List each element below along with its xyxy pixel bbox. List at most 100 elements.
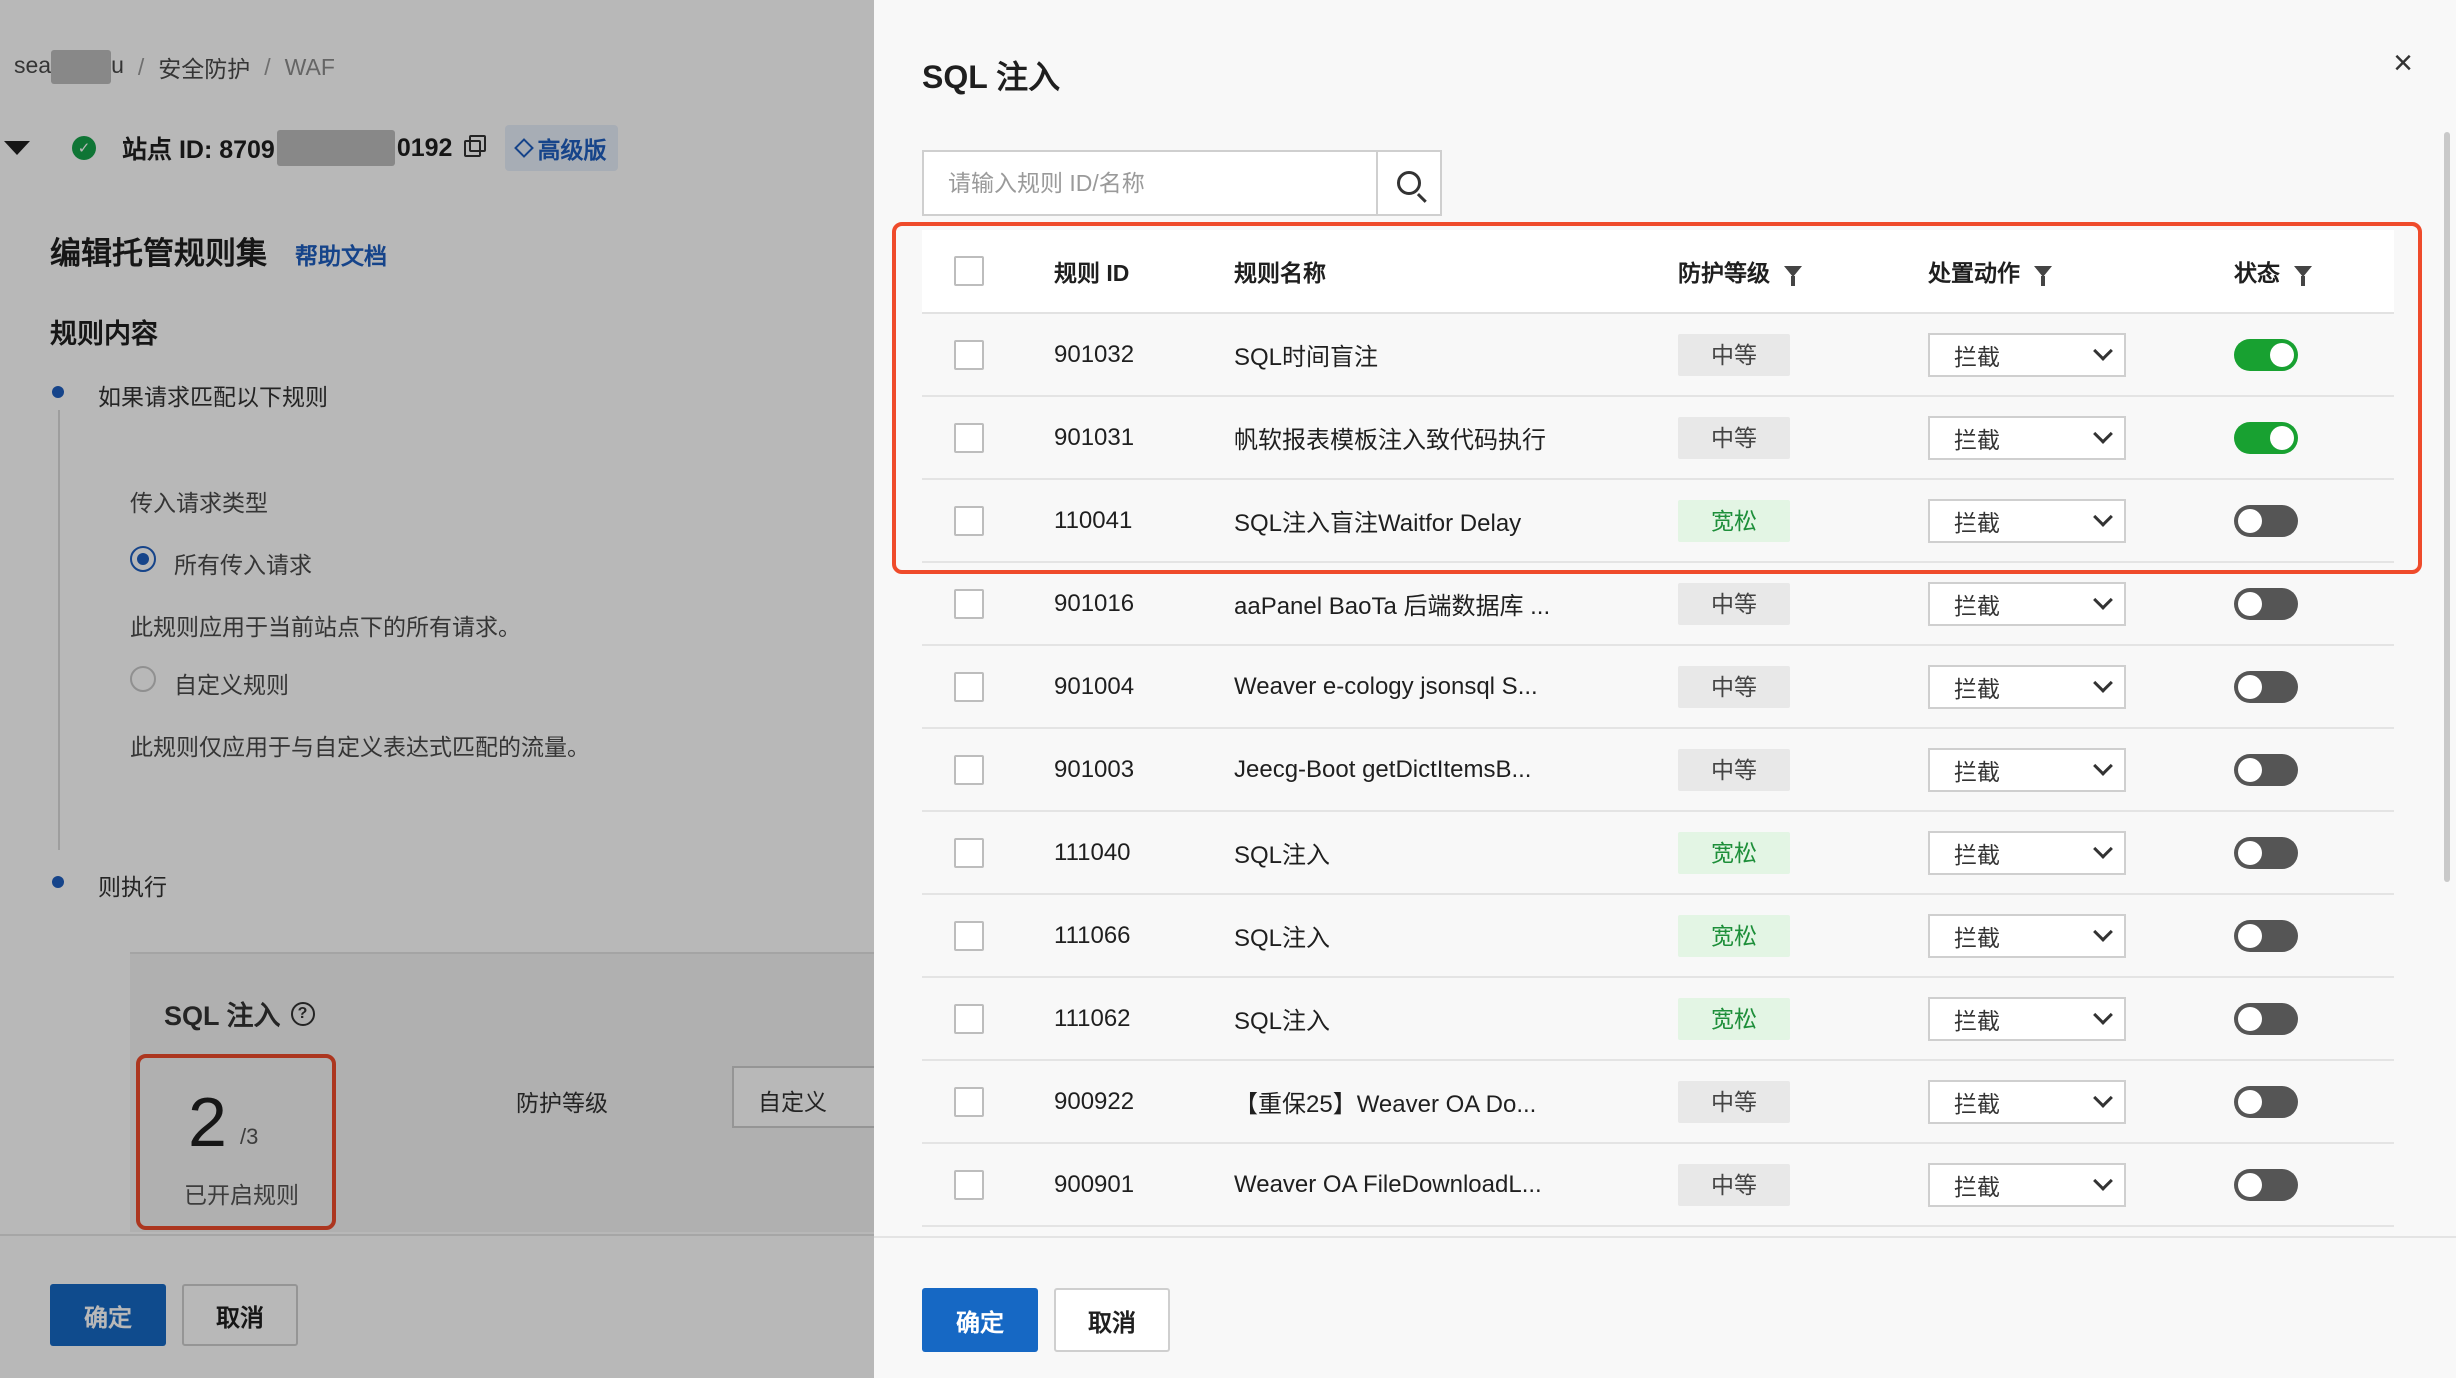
action-select[interactable]: 拦截 (1928, 1079, 2126, 1124)
action-select[interactable]: 拦截 (1928, 415, 2126, 460)
action-value: 拦截 (1954, 1007, 2000, 1034)
rule-id: 111040 (1054, 838, 1131, 866)
table-row: 111062 SQL注入 宽松 拦截 (922, 978, 2394, 1061)
rules-table: 规则 ID 规则名称 防护等级 处置动作 状态 901032 SQL时间盲注 中等拦… (922, 230, 2394, 1227)
rule-id: 901032 (1054, 340, 1135, 368)
action-value: 拦截 (1954, 509, 2000, 536)
column-rule-id: 规则 ID (1054, 260, 1130, 286)
search-button[interactable] (1376, 150, 1442, 216)
rule-id: 900922 (1054, 1087, 1135, 1115)
row-checkbox[interactable] (954, 339, 984, 370)
rule-name: SQL注入 (1234, 1008, 1331, 1035)
search-input[interactable] (922, 150, 1377, 216)
chevron-down-icon (2093, 672, 2113, 693)
status-toggle[interactable] (2234, 421, 2298, 454)
status-toggle[interactable] (2234, 1002, 2298, 1035)
toggle-knob (2270, 342, 2294, 367)
select-all-checkbox[interactable] (954, 256, 984, 286)
row-checkbox[interactable] (954, 1086, 984, 1117)
toggle-knob (2238, 757, 2262, 782)
scrollbar[interactable] (2444, 132, 2450, 882)
rule-name: SQL注入 (1234, 925, 1331, 952)
level-tag: 中等 (1678, 333, 1790, 376)
rule-name: aaPanel BaoTa 后端数据库 ... (1234, 593, 1551, 620)
chevron-down-icon (2093, 1004, 2113, 1025)
action-select[interactable]: 拦截 (1928, 996, 2126, 1041)
row-checkbox[interactable] (954, 671, 984, 702)
rule-name: 帆软报表模板注入致代码执行 (1234, 427, 1546, 454)
action-select[interactable]: 拦截 (1928, 332, 2126, 377)
row-checkbox[interactable] (954, 754, 984, 785)
rule-name: Weaver OA FileDownloadL... (1234, 1170, 1542, 1198)
row-checkbox[interactable] (954, 422, 984, 453)
drawer-footer: 确定 取消 (874, 1236, 2456, 1378)
action-select[interactable]: 拦截 (1928, 830, 2126, 875)
status-toggle[interactable] (2234, 338, 2298, 371)
toggle-knob (2238, 923, 2262, 948)
action-select[interactable]: 拦截 (1928, 747, 2126, 792)
rule-name: Weaver e-cology jsonsql S... (1234, 672, 1538, 700)
chevron-down-icon (2093, 1087, 2113, 1108)
table-row: 901004 Weaver e-cology jsonsql S... 中等 拦截 (922, 646, 2394, 729)
status-toggle[interactable] (2234, 504, 2298, 537)
chevron-down-icon (2093, 589, 2113, 610)
row-checkbox[interactable] (954, 920, 984, 951)
status-toggle[interactable] (2234, 587, 2298, 620)
filter-icon[interactable] (2294, 265, 2312, 286)
status-toggle[interactable] (2234, 919, 2298, 952)
column-level: 防护等级 (1678, 254, 1928, 288)
chevron-down-icon (2093, 755, 2113, 776)
row-checkbox[interactable] (954, 588, 984, 619)
status-toggle[interactable] (2234, 753, 2298, 786)
row-checkbox[interactable] (954, 1003, 984, 1034)
rule-id: 901003 (1054, 755, 1135, 783)
status-toggle[interactable] (2234, 1085, 2298, 1118)
action-value: 拦截 (1954, 675, 2000, 702)
column-rule-name: 规则名称 (1234, 260, 1326, 286)
column-status: 状态 (2234, 254, 2394, 288)
status-toggle[interactable] (2234, 836, 2298, 869)
rule-id: 110041 (1054, 506, 1133, 534)
table-row: 111066 SQL注入 宽松 拦截 (922, 895, 2394, 978)
filter-icon[interactable] (2034, 265, 2052, 286)
modal-overlay[interactable] (0, 0, 874, 1378)
table-row: 901016 aaPanel BaoTa 后端数据库 ... 中等 拦截 (922, 563, 2394, 646)
status-toggle[interactable] (2234, 670, 2298, 703)
table-body: 901032 SQL时间盲注 中等 拦截 901031 帆软报表模板注入致代码执行 中等 拦截… (922, 314, 2394, 1227)
rule-drawer: SQL 注入 × 规则 ID 规则名称 防护等级 处置动作 状态 901032 S… (874, 0, 2456, 1378)
rule-name: SQL注入 (1234, 842, 1331, 869)
close-icon[interactable]: × (2388, 46, 2418, 80)
toggle-knob (2238, 508, 2262, 533)
toggle-knob (2238, 674, 2262, 699)
chevron-down-icon (2093, 1170, 2113, 1191)
rule-id: 901004 (1054, 672, 1135, 700)
action-select[interactable]: 拦截 (1928, 664, 2126, 709)
toggle-knob (2238, 591, 2262, 616)
action-value: 拦截 (1954, 1173, 2000, 1200)
table-row: 901031 帆软报表模板注入致代码执行 中等 拦截 (922, 397, 2394, 480)
level-tag: 宽松 (1678, 499, 1790, 542)
drawer-confirm-button[interactable]: 确定 (922, 1288, 1038, 1352)
level-tag: 宽松 (1678, 831, 1790, 874)
row-checkbox[interactable] (954, 1169, 984, 1200)
toggle-knob (2238, 840, 2262, 865)
drawer-cancel-button[interactable]: 取消 (1054, 1288, 1170, 1352)
action-select[interactable]: 拦截 (1928, 1162, 2126, 1207)
rule-id: 901031 (1054, 423, 1135, 451)
chevron-down-icon (2093, 423, 2113, 444)
status-toggle[interactable] (2234, 1168, 2298, 1201)
search-bar (922, 150, 1442, 216)
rule-id: 111066 (1054, 921, 1131, 949)
drawer-title: SQL 注入 (922, 59, 1061, 95)
table-row: 110041 SQL注入盲注Waitfor Delay 宽松 拦截 (922, 480, 2394, 563)
action-select[interactable]: 拦截 (1928, 913, 2126, 958)
row-checkbox[interactable] (954, 837, 984, 868)
toggle-knob (2238, 1006, 2262, 1031)
filter-icon[interactable] (1784, 265, 1802, 286)
level-tag: 中等 (1678, 416, 1790, 459)
action-select[interactable]: 拦截 (1928, 581, 2126, 626)
table-row: 900922 【重保25】Weaver OA Do... 中等 拦截 (922, 1061, 2394, 1144)
row-checkbox[interactable] (954, 505, 984, 536)
chevron-down-icon (2093, 340, 2113, 361)
action-select[interactable]: 拦截 (1928, 498, 2126, 543)
